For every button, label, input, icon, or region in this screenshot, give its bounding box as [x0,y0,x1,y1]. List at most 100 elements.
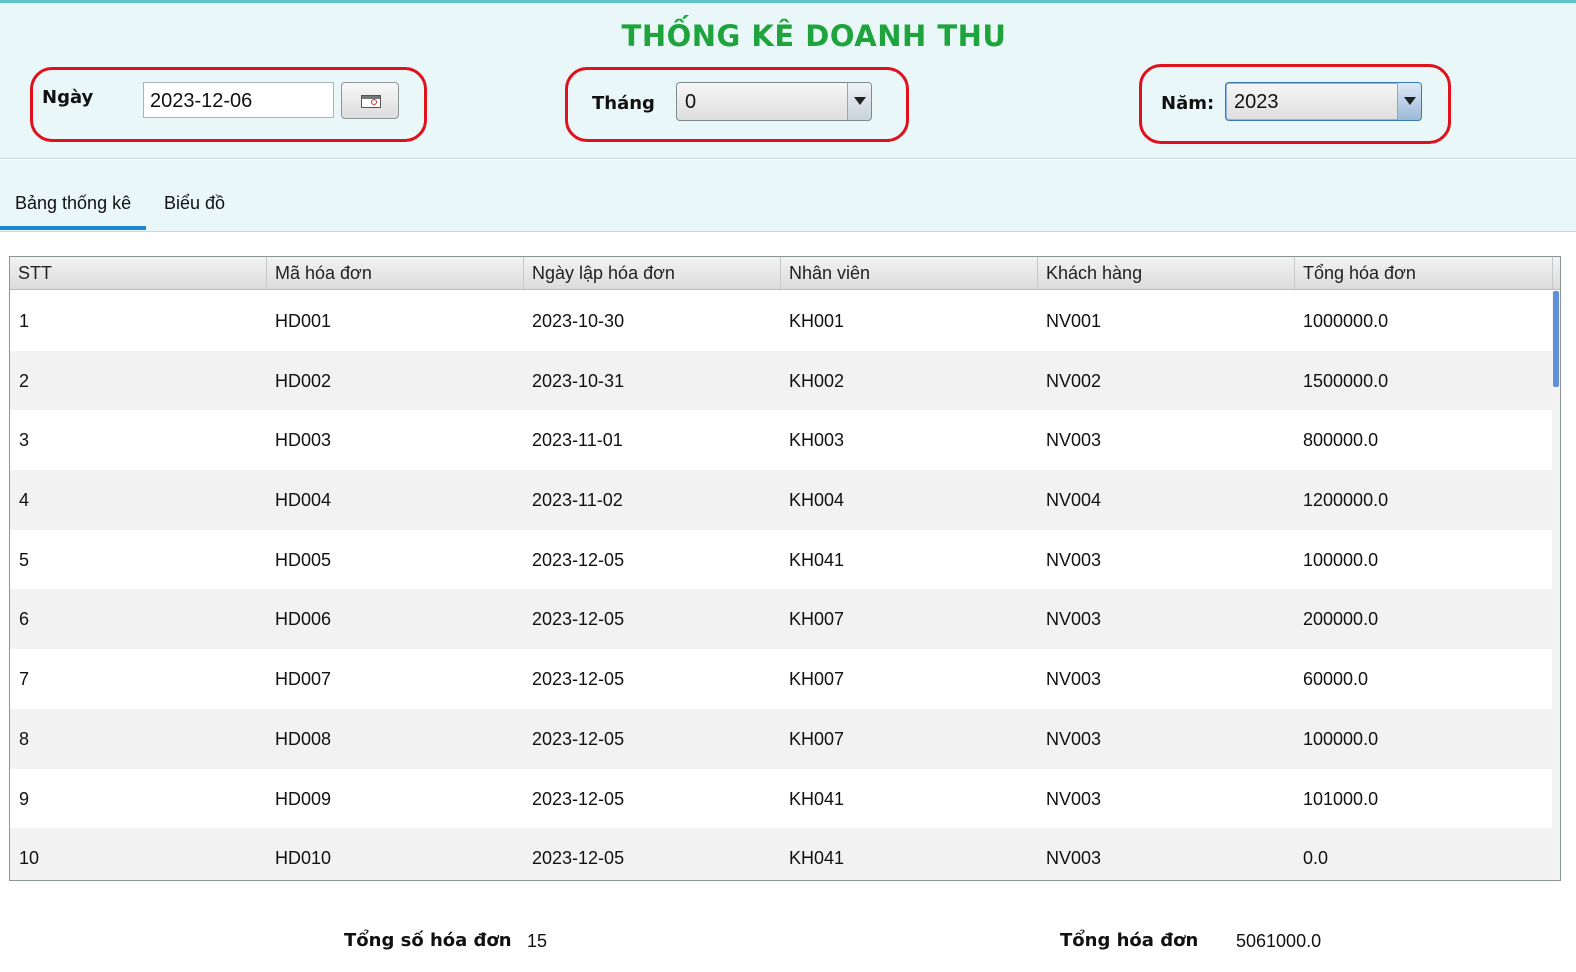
chevron-down-icon[interactable] [1397,83,1421,120]
cell-employee: KH007 [789,669,845,690]
calendar-icon [361,95,381,108]
cell-stt: 9 [19,788,30,809]
cell-invoice-date: 2023-12-05 [532,728,625,749]
cell-invoice-id: HD006 [275,609,332,630]
cell-invoice-id: HD010 [275,848,332,869]
table-body: 1 HD001 2023-10-30 KH001 NV001 1000000.0… [10,291,1552,880]
cell-stt: 2 [19,370,30,391]
cell-stt: 7 [19,669,30,690]
table-row[interactable]: 1 HD001 2023-10-30 KH001 NV001 1000000.0 [10,291,1552,351]
active-tab-indicator [0,226,146,230]
invoice-total-label: Tổng hóa đơn [1060,930,1199,951]
cell-invoice-total: 1500000.0 [1303,370,1389,391]
cell-invoice-id: HD005 [275,549,332,570]
day-label: Ngày [42,87,94,108]
cell-stt: 3 [19,430,30,451]
column-header-invoice-total[interactable]: Tổng hóa đơn [1295,257,1553,289]
table-row[interactable]: 9 HD009 2023-12-05 KH041 NV003 101000.0 [10,769,1552,829]
month-label: Tháng [592,93,655,114]
cell-invoice-date: 2023-12-05 [532,788,625,809]
cell-customer: NV003 [1046,609,1102,630]
cell-invoice-id: HD009 [275,788,332,809]
cell-invoice-total: 100000.0 [1303,549,1379,570]
column-header-customer[interactable]: Khách hàng [1038,257,1295,289]
cell-invoice-id: HD003 [275,430,332,451]
cell-invoice-date: 2023-12-05 [532,669,625,690]
cell-invoice-date: 2023-11-01 [532,430,623,451]
table-header: STT Mã hóa đơn Ngày lập hóa đơn Nhân viê… [10,257,1560,290]
cell-invoice-total: 0.0 [1303,848,1329,869]
month-select-value: 0 [685,91,697,113]
table-scrollbar-thumb[interactable] [1553,291,1559,387]
view-tabs: Bảng thống kê Biểu đồ [0,160,1576,232]
cell-invoice-id: HD007 [275,669,332,690]
cell-customer: NV004 [1046,490,1102,511]
year-select-value: 2023 [1234,91,1279,113]
page-title: THỐNG KÊ DOANH THU [621,19,1007,53]
cell-customer: NV003 [1046,669,1102,690]
cell-customer: NV003 [1046,549,1102,570]
cell-stt: 4 [19,490,30,511]
invoice-table[interactable]: STT Mã hóa đơn Ngày lập hóa đơn Nhân viê… [9,256,1561,881]
table-row[interactable]: 10 HD010 2023-12-05 KH041 NV003 0.0 [10,828,1552,880]
table-row[interactable]: 7 HD007 2023-12-05 KH007 NV003 60000.0 [10,649,1552,709]
cell-invoice-total: 101000.0 [1303,788,1379,809]
table-row[interactable]: 8 HD008 2023-12-05 KH007 NV003 100000.0 [10,708,1552,769]
cell-stt: 5 [19,549,30,570]
cell-employee: KH041 [789,848,845,869]
table-row[interactable]: 4 HD004 2023-11-02 KH004 NV004 1200000.0 [10,470,1552,530]
cell-invoice-total: 60000.0 [1303,669,1369,690]
cell-employee: KH001 [789,311,845,331]
cell-invoice-total: 200000.0 [1303,609,1379,630]
cell-employee: KH007 [789,728,845,749]
cell-customer: NV001 [1046,311,1102,331]
cell-employee: KH004 [789,490,845,511]
cell-stt: 6 [19,609,30,630]
year-label: Năm: [1161,93,1215,114]
cell-invoice-total: 800000.0 [1303,430,1379,451]
tab-statistics-table[interactable]: Bảng thống kê [15,193,131,214]
year-select[interactable]: 2023 [1225,82,1422,121]
cell-invoice-date: 2023-12-05 [532,549,625,570]
cell-invoice-id: HD008 [275,728,332,749]
column-header-stt[interactable]: STT [10,257,267,289]
cell-customer: NV003 [1046,430,1102,451]
month-select[interactable]: 0 [676,82,872,121]
column-header-invoice-date[interactable]: Ngày lập hóa đơn [524,257,781,289]
cell-stt: 10 [19,848,40,869]
table-row[interactable]: 5 HD005 2023-12-05 KH041 NV003 100000.0 [10,530,1552,590]
cell-invoice-date: 2023-10-30 [532,311,625,331]
filter-header: THỐNG KÊ DOANH THU Ngày 2023-12-06 Tháng… [0,3,1576,159]
cell-invoice-date: 2023-12-05 [532,609,625,630]
cell-invoice-total: 1200000.0 [1303,490,1389,511]
table-row[interactable]: 2 HD002 2023-10-31 KH002 NV002 1500000.0 [10,350,1552,411]
date-field[interactable]: 2023-12-06 [143,82,334,118]
cell-customer: NV003 [1046,728,1102,749]
cell-invoice-total: 100000.0 [1303,728,1379,749]
cell-employee: KH041 [789,549,845,570]
cell-customer: NV003 [1046,788,1102,809]
cell-employee: KH041 [789,788,845,809]
cell-employee: KH007 [789,609,845,630]
tab-chart[interactable]: Biểu đồ [164,193,225,214]
cell-invoice-date: 2023-12-05 [532,848,625,869]
column-header-employee[interactable]: Nhân viên [781,257,1038,289]
cell-invoice-total: 1000000.0 [1303,311,1389,331]
invoice-total-value: 5061000.0 [1236,931,1322,951]
column-header-invoice-id[interactable]: Mã hóa đơn [267,257,524,289]
cell-invoice-date: 2023-10-31 [532,370,625,391]
cell-invoice-id: HD004 [275,490,332,511]
cell-employee: KH003 [789,430,845,451]
date-picker-button[interactable] [341,82,399,119]
table-row[interactable]: 3 HD003 2023-11-01 KH003 NV003 800000.0 [10,410,1552,470]
chevron-down-icon[interactable] [847,83,871,120]
cell-invoice-id: HD001 [275,311,332,331]
cell-customer: NV003 [1046,848,1102,869]
invoice-count-value: 15 [527,931,548,951]
cell-invoice-date: 2023-11-02 [532,490,623,511]
table-row[interactable]: 6 HD006 2023-12-05 KH007 NV003 200000.0 [10,589,1552,650]
cell-stt: 8 [19,728,30,749]
cell-invoice-id: HD002 [275,370,332,391]
cell-employee: KH002 [789,370,845,391]
invoice-count-label: Tổng số hóa đơn [344,930,512,951]
